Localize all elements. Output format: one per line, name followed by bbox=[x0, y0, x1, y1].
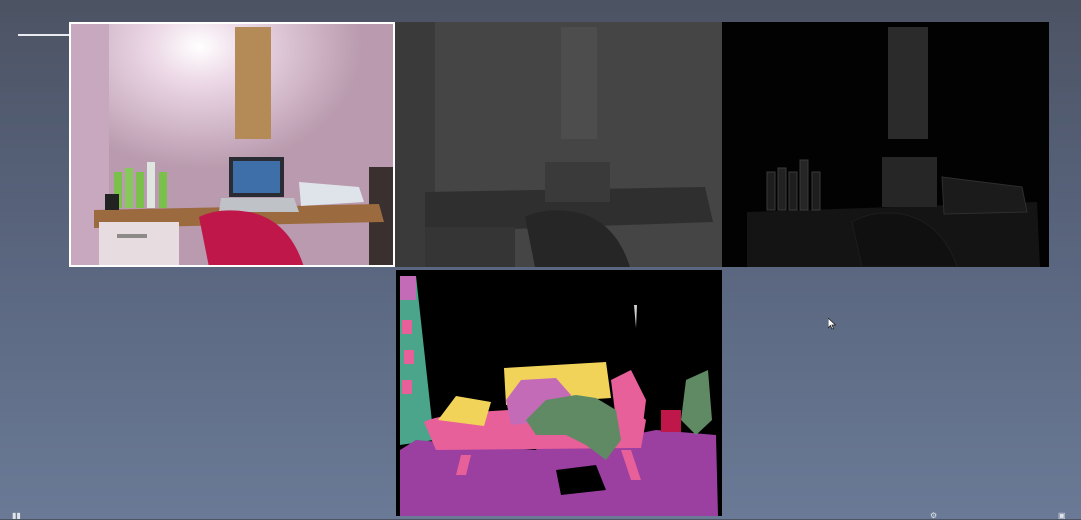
instance-map bbox=[722, 22, 1049, 267]
depth-map-panel bbox=[395, 22, 722, 267]
player-controls: ▮▮ ⚙ ▣ bbox=[0, 511, 1081, 520]
segmentation-map-panel bbox=[396, 270, 722, 516]
cursor-icon bbox=[827, 317, 837, 335]
rgb-image-panel bbox=[69, 22, 395, 267]
title-rule bbox=[18, 34, 70, 36]
instance-map-panel bbox=[722, 22, 1049, 267]
rgb-image bbox=[69, 22, 395, 267]
segmentation-map bbox=[396, 270, 722, 516]
depth-map bbox=[395, 22, 722, 267]
